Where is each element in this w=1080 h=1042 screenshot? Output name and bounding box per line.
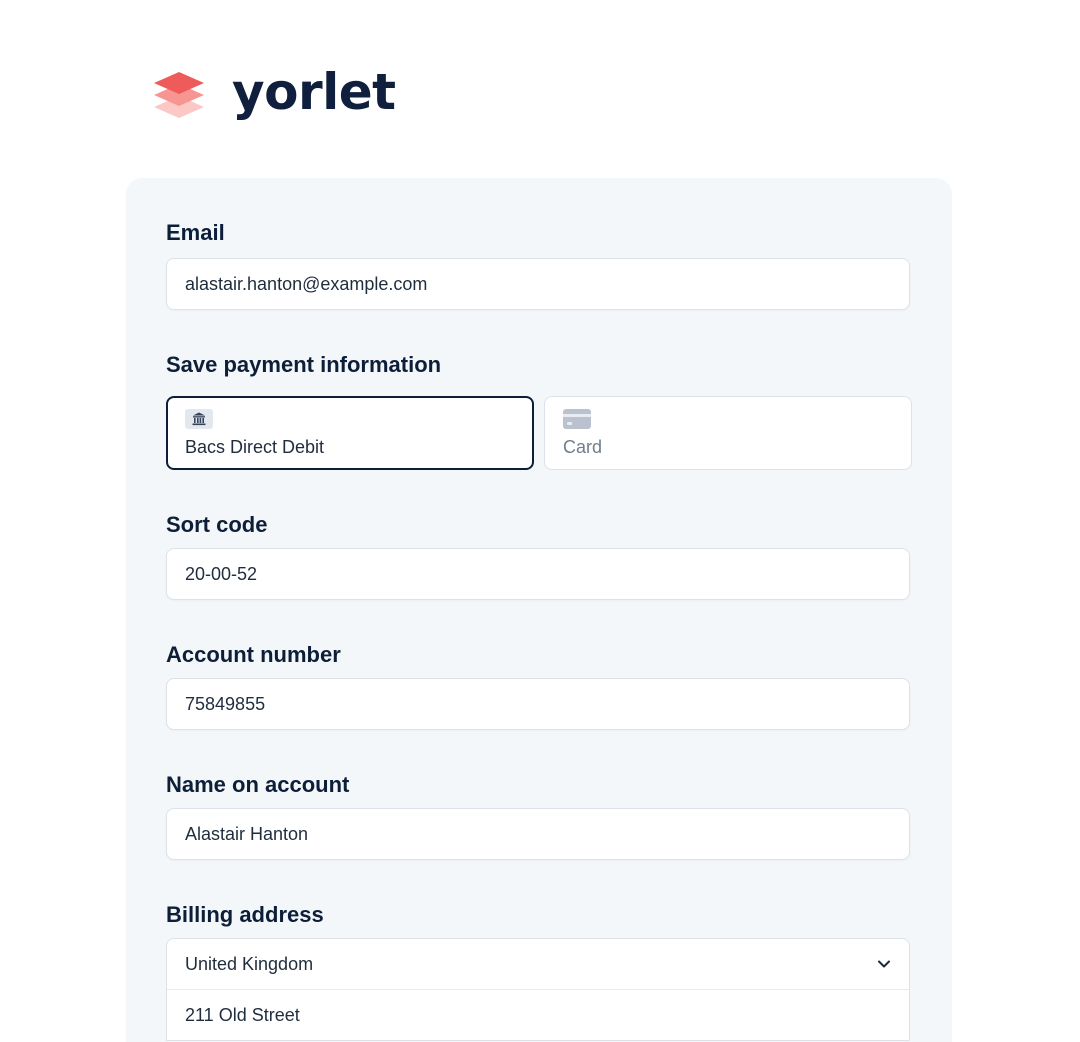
- payment-method-card[interactable]: Card: [544, 396, 912, 470]
- stacked-layers-icon: [154, 72, 204, 118]
- payment-method-label-card: Card: [563, 437, 603, 457]
- name-on-account-label: Name on account: [166, 772, 350, 797]
- billing-address-label: Billing address: [166, 902, 324, 927]
- bank-icon: [185, 409, 213, 429]
- brand-name: yorlet: [232, 63, 396, 121]
- sort-code-field[interactable]: 20-00-52: [166, 548, 910, 600]
- country-select[interactable]: United Kingdom: [166, 938, 910, 990]
- country-value: United Kingdom: [185, 953, 314, 974]
- account-number-field[interactable]: 75849855: [166, 678, 910, 730]
- payment-form: Email alastair.hanton@example.com Save p…: [126, 178, 952, 1042]
- sort-code-label: Sort code: [166, 512, 268, 537]
- account-number-value: 75849855: [185, 693, 266, 714]
- address-line1-value: 211 Old Street: [185, 1004, 300, 1025]
- account-number-label: Account number: [166, 642, 341, 667]
- checkout-page: yorlet Email alastair.hanton@example.com…: [0, 0, 1080, 1042]
- payment-method-bacs[interactable]: Bacs Direct Debit: [166, 396, 534, 470]
- name-on-account-field[interactable]: Alastair Hanton: [166, 808, 910, 860]
- email-field[interactable]: alastair.hanton@example.com: [166, 258, 910, 310]
- sort-code-value: 20-00-52: [185, 563, 258, 584]
- name-on-account-value: Alastair Hanton: [185, 823, 309, 844]
- email-value: alastair.hanton@example.com: [185, 273, 428, 294]
- email-label: Email: [166, 220, 225, 245]
- credit-card-icon: [563, 409, 591, 429]
- payment-method-label: Save payment information: [166, 352, 442, 377]
- payment-method-label-bacs: Bacs Direct Debit: [185, 437, 325, 457]
- address-line1-field[interactable]: 211 Old Street: [166, 989, 910, 1041]
- chevron-down-icon: [878, 960, 890, 968]
- brand-logo: yorlet: [152, 62, 396, 122]
